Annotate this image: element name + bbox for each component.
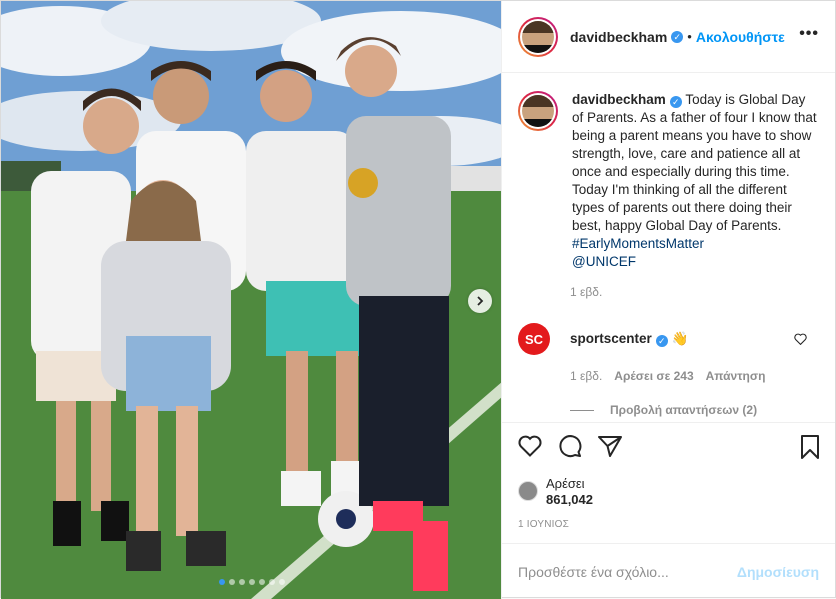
post-sidebar: davidbeckham ✓ • Ακολουθήστε ••• davidbe… [501,1,835,599]
comment-bubble-icon[interactable] [558,434,582,458]
carousel-dot [259,579,265,585]
mention-link[interactable]: @UNICEF [572,254,636,269]
header-separator: • [687,29,692,44]
next-photo-button[interactable] [468,289,492,313]
post-header: davidbeckham ✓ • Ακολουθήστε ••• [502,1,835,73]
likes-section: Αρέσει 861,042 [502,469,835,513]
more-options-icon[interactable]: ••• [799,25,819,43]
caption-time[interactable]: 1 εβδ. [570,285,819,299]
verified-badge-icon: ✓ [671,30,684,43]
comment-input[interactable] [518,563,737,580]
liker-avatar[interactable] [518,481,538,501]
chevron-right-icon [477,296,484,306]
like-heart-icon[interactable] [518,435,542,457]
reply-button[interactable]: Απάντηση [706,369,766,383]
comment-row: SC sportscenter ✓ 👋 [518,323,819,355]
carousel-dot [269,579,275,585]
hashtag-link[interactable]: #EarlyMomentsMatter [572,236,704,251]
verified-badge-icon: ✓ [669,96,682,108]
share-plane-icon[interactable] [598,435,622,457]
post-photo[interactable] [1,1,501,599]
post-comment-button[interactable]: Δημοσίευση [737,564,819,580]
add-comment-bar: Δημοσίευση [502,543,835,599]
divider [570,409,594,411]
comment-text: sportscenter ✓ 👋 [570,331,688,347]
likes-label: Αρέσει [546,476,585,491]
family-photo [1,1,501,599]
action-bar [502,422,835,469]
view-replies-label: Προβολή απαντήσεων (2) [610,403,758,417]
avatar[interactable] [518,16,558,57]
view-replies-button[interactable]: Προβολή απαντήσεων (2) [570,403,819,417]
caption-text: davidbeckham ✓ Today is Global Day of Par… [572,91,819,271]
caption-username[interactable]: davidbeckham [572,92,666,107]
comment-username[interactable]: sportscenter [570,331,652,346]
comment-time[interactable]: 1 εβδ. [570,369,602,383]
caption-body: Today is Global Day of Parents. As a fat… [572,92,817,233]
comment-meta: 1 εβδ. Αρέσει σε 243 Απάντηση [570,369,819,383]
carousel-dot [239,579,245,585]
comment-emoji: 👋 [671,331,689,346]
header-username[interactable]: davidbeckham [570,29,667,45]
caption: davidbeckham ✓ Today is Global Day of Par… [518,91,819,271]
verified-badge-icon: ✓ [655,335,668,347]
post-date[interactable]: 1 ΙΟΥΝΙΟΣ [502,513,835,543]
bookmark-icon[interactable] [799,435,821,462]
caption-avatar[interactable] [518,91,558,131]
carousel-dot [279,579,285,585]
comment-likes[interactable]: Αρέσει σε 243 [614,369,693,383]
comments-section: davidbeckham ✓ Today is Global Day of Par… [502,73,835,422]
comment-like-heart-icon[interactable] [794,333,807,345]
likes-count[interactable]: 861,042 [546,492,593,507]
carousel-indicator [1,579,501,585]
follow-button[interactable]: Ακολουθήστε [696,29,785,45]
carousel-dot [229,579,235,585]
instagram-post: davidbeckham ✓ • Ακολουθήστε ••• davidbe… [0,0,836,599]
carousel-dot [249,579,255,585]
sportscenter-avatar[interactable]: SC [518,323,550,355]
carousel-dot [219,579,225,585]
